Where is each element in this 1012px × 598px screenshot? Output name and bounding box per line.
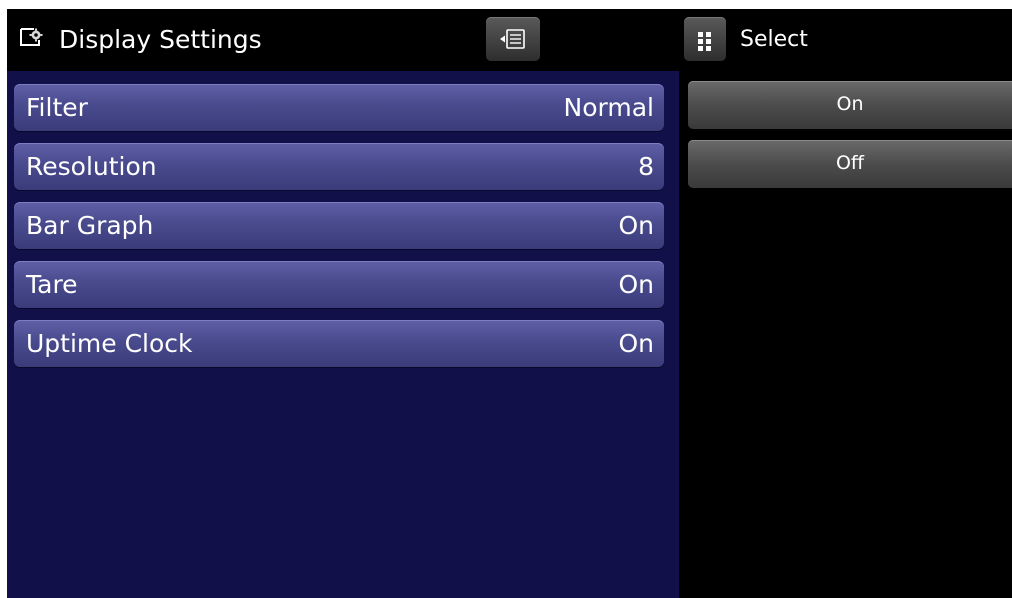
setting-row-filter[interactable]: Filter Normal [14,84,664,131]
option-label: Off [835,152,865,174]
keypad-grid-icon[interactable] [684,17,726,61]
select-label: Select [740,27,808,52]
setting-row-bar-graph[interactable]: Bar Graph On [14,202,664,249]
page-title: Display Settings [59,25,262,54]
setting-value: On [618,270,654,299]
setting-row-uptime-clock[interactable]: Uptime Clock On [14,320,664,367]
setting-row-tare[interactable]: Tare On [14,261,664,308]
setting-row-resolution[interactable]: Resolution 8 [14,143,664,190]
setting-label: Filter [26,93,88,122]
setting-value: 8 [638,152,654,181]
settings-list: Filter Normal Resolution 8 Bar Graph On … [7,71,679,598]
menu-button[interactable] [486,17,540,61]
setting-value: On [618,211,654,240]
setting-value: On [618,329,654,358]
setting-value: Normal [563,93,654,122]
setting-label: Resolution [26,152,157,181]
setting-label: Tare [26,270,78,299]
setting-label: Uptime Clock [26,329,193,358]
option-off-button[interactable]: Off [688,140,1012,188]
header-bar: Display Settings [7,9,679,69]
device-screen: Display Settings Select Filter Normal Re… [7,9,1012,598]
setting-label: Bar Graph [26,211,154,240]
option-label: On [836,93,864,115]
option-on-button[interactable]: On [688,81,1012,129]
display-settings-icon [19,27,43,49]
